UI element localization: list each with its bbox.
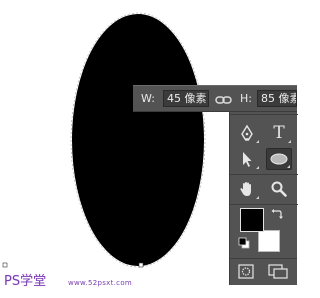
mode-panel	[229, 258, 297, 285]
ellipse-shape[interactable]	[72, 14, 204, 266]
quick-mask-icon[interactable]	[238, 264, 254, 279]
zoom-tool[interactable]	[266, 178, 292, 200]
pen-tool[interactable]	[234, 122, 260, 144]
watermark-left: PS学堂	[4, 274, 47, 289]
type-tool[interactable]: T	[266, 122, 292, 144]
screen-mode-icon[interactable]	[268, 264, 288, 279]
tools-panel: T	[229, 112, 298, 258]
arrow-icon	[243, 152, 252, 167]
path-selection-tool[interactable]	[234, 148, 260, 170]
handle-top-left[interactable]	[2, 262, 8, 268]
panel-divider	[230, 204, 298, 205]
panel-divider	[230, 174, 298, 175]
tool-flyout-indicator	[256, 140, 259, 143]
chain-link-icon[interactable]	[215, 92, 233, 106]
hand-tool[interactable]	[234, 178, 260, 200]
height-label: H:	[240, 92, 252, 105]
size-readout-bar: W: 45 像素 H: 85 像素	[133, 85, 297, 112]
panel-divider	[230, 114, 298, 115]
default-colors-icon[interactable]	[238, 237, 250, 249]
height-field[interactable]: 85 像素	[257, 90, 297, 107]
handle-bottom-right[interactable]	[138, 262, 144, 268]
watermark-right: www.52psxt.com	[68, 279, 133, 287]
ellipse-tool[interactable]	[266, 148, 292, 170]
magnifier-icon	[271, 181, 287, 197]
tool-flyout-indicator	[256, 196, 259, 199]
tool-flyout-indicator	[287, 165, 290, 168]
type-icon: T	[273, 122, 285, 143]
hand-icon	[240, 182, 251, 196]
foreground-color-swatch[interactable]	[240, 208, 264, 232]
ellipse-icon	[270, 153, 288, 165]
tool-flyout-indicator	[288, 140, 291, 143]
swap-colors-icon[interactable]	[271, 208, 283, 220]
width-field[interactable]: 45 像素	[163, 90, 209, 107]
tool-flyout-indicator	[256, 166, 259, 169]
width-label: W:	[141, 92, 155, 105]
background-color-swatch[interactable]	[258, 230, 280, 252]
pen-icon	[241, 124, 253, 141]
